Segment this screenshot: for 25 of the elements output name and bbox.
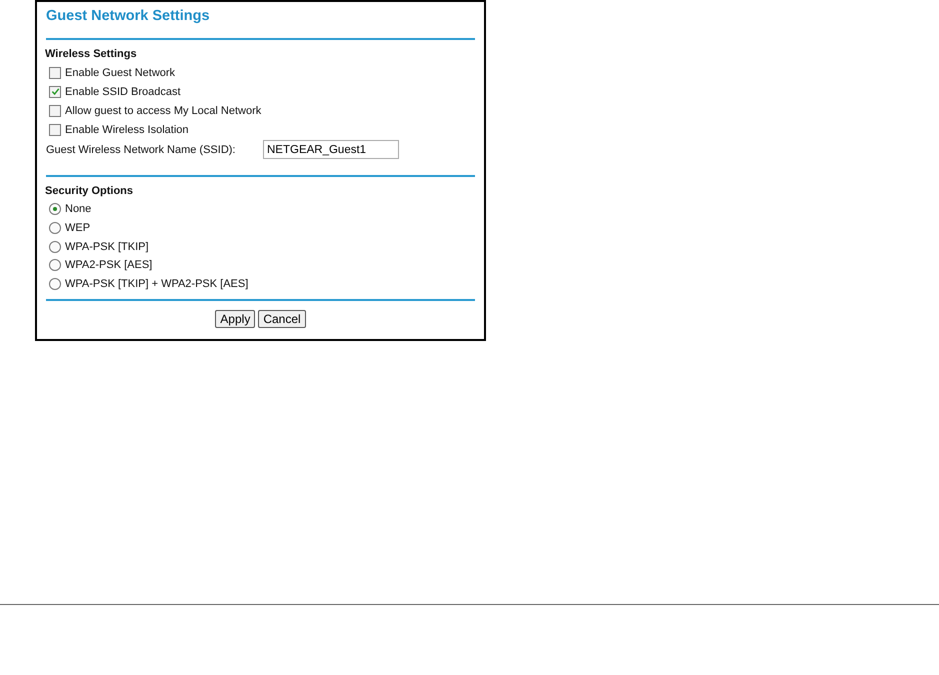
checkbox-label: Allow guest to access My Local Network xyxy=(65,104,262,116)
section-heading: Security Options xyxy=(45,185,134,197)
radio-button[interactable] xyxy=(49,203,61,216)
checkbox[interactable] xyxy=(49,86,61,98)
radio-label: WPA2-PSK [AES] xyxy=(65,259,152,272)
radio-button[interactable] xyxy=(49,240,61,253)
ssid-field[interactable]: NETGEAR_Guest1 xyxy=(263,140,399,159)
radio-label: WPA-PSK [TKIP] + WPA2-PSK [AES] xyxy=(65,278,248,290)
checkbox[interactable] xyxy=(49,124,61,136)
checkbox[interactable] xyxy=(49,66,61,78)
radio-button[interactable] xyxy=(49,222,61,234)
checkbox-label: Enable SSID Broadcast xyxy=(65,86,181,98)
page-title: Guest Network Settings xyxy=(46,8,211,26)
radio-label: WPA-PSK [TKIP] xyxy=(65,240,149,253)
checkbox[interactable] xyxy=(49,104,61,116)
radio-label: WEP xyxy=(65,222,90,234)
apply-button[interactable]: Apply xyxy=(215,310,256,328)
field-label: Guest Wireless Network Name (SSID): xyxy=(46,144,236,156)
cancel-button[interactable]: Cancel xyxy=(258,310,306,328)
radio-button[interactable] xyxy=(49,278,61,290)
section-heading: Wireless Settings xyxy=(45,48,138,60)
radio-label: None xyxy=(65,203,92,216)
radio-button[interactable] xyxy=(49,259,61,272)
checkbox-label: Enable Guest Network xyxy=(65,66,176,78)
checkbox-label: Enable Wireless Isolation xyxy=(65,124,189,136)
